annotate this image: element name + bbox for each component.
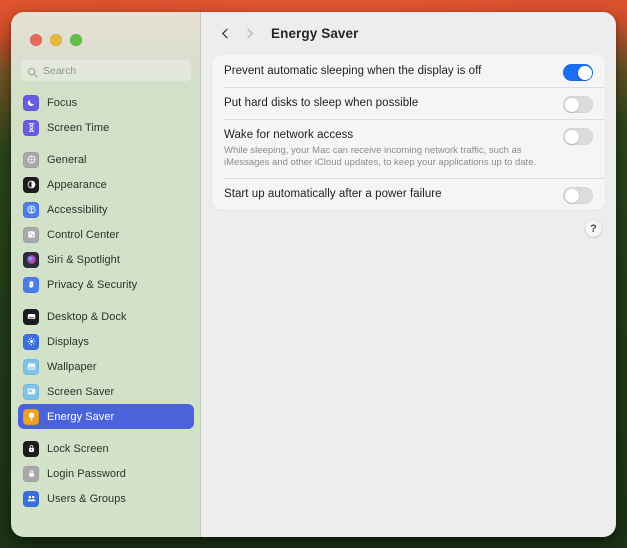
help-row: ?: [201, 210, 616, 237]
sidebar-item-appearance[interactable]: Appearance: [18, 172, 194, 197]
settings-panel: Prevent automatic sleeping when the disp…: [212, 55, 605, 210]
forward-button[interactable]: [238, 22, 260, 46]
toggle-knob: [564, 129, 579, 144]
setting-control: [553, 119, 593, 145]
toggle-knob: [577, 65, 592, 80]
toggle-prevent-sleep[interactable]: [563, 64, 593, 81]
gear-icon: [23, 151, 39, 168]
sidebar-item-focus[interactable]: Focus: [18, 90, 194, 115]
hand-raised-icon: [23, 276, 39, 293]
content-pane: Energy Saver Prevent automatic sleeping …: [201, 12, 616, 537]
appearance-icon: [23, 176, 39, 193]
sidebar-group: Lock Screen Login Password Users & Group…: [18, 436, 194, 518]
chevron-right-icon: [246, 28, 253, 39]
sidebar-item-label: Users & Groups: [47, 492, 126, 505]
sidebar-item-label: Appearance: [47, 178, 107, 191]
display-brightness-icon: [23, 333, 39, 350]
sidebar-item-label: Desktop & Dock: [47, 310, 127, 323]
setting-row-hard-disk-sleep: Put hard disks to sleep when possible: [212, 87, 605, 119]
setting-control: [553, 87, 593, 113]
sidebar-item-displays[interactable]: Displays: [18, 329, 194, 354]
login-password-icon: [23, 465, 39, 482]
sidebar-item-label: General: [47, 153, 87, 166]
sidebar-item-label: Privacy & Security: [47, 278, 138, 291]
setting-text: Start up automatically after a power fai…: [224, 178, 553, 210]
window-controls: [11, 12, 201, 47]
sidebar-item-energy-saver[interactable]: Energy Saver: [18, 404, 194, 429]
setting-row-prevent-sleep: Prevent automatic sleeping when the disp…: [212, 55, 605, 87]
sidebar-item-privacy-security[interactable]: Privacy & Security: [18, 272, 194, 297]
minimize-button[interactable]: [50, 34, 62, 46]
accessibility-icon: [23, 201, 39, 218]
wallpaper-icon: [23, 358, 39, 375]
sidebar-item-label: Focus: [47, 96, 78, 109]
sidebar-item-label: Displays: [47, 335, 89, 348]
setting-label: Wake for network access: [224, 129, 354, 141]
sidebar-item-label: Screen Saver: [47, 385, 115, 398]
sidebar-item-accessibility[interactable]: Accessibility: [18, 197, 194, 222]
setting-row-auto-start: Start up automatically after a power fai…: [212, 178, 605, 210]
sidebar-item-lock-screen[interactable]: Lock Screen: [18, 436, 194, 461]
search-input[interactable]: [43, 64, 185, 77]
chevron-left-icon: [221, 28, 228, 39]
sidebar-item-login-password[interactable]: Login Password: [18, 461, 194, 486]
sidebar-item-label: Energy Saver: [47, 410, 115, 423]
sidebar-item-siri-spotlight[interactable]: Siri & Spotlight: [18, 247, 194, 272]
toolbar: Energy Saver: [201, 12, 616, 55]
help-button[interactable]: ?: [585, 220, 602, 237]
desktop-dock-icon: [23, 308, 39, 325]
sidebar-item-screen-saver[interactable]: Screen Saver: [18, 379, 194, 404]
sidebar-item-general[interactable]: General: [18, 147, 194, 172]
toggle-knob: [564, 97, 579, 112]
sidebar-group: General Appearance Accessibility Control…: [18, 147, 194, 304]
control-center-icon: [23, 226, 39, 243]
toggle-wake-network[interactable]: [563, 128, 593, 145]
setting-label: Prevent automatic sleeping when the disp…: [224, 65, 482, 77]
sidebar-nav: Focus Screen Time General Appearance Acc…: [11, 90, 201, 518]
setting-row-wake-network: Wake for network access While sleeping, …: [212, 119, 605, 178]
sidebar-item-label: Control Center: [47, 228, 120, 241]
back-button[interactable]: [214, 22, 236, 46]
screen-saver-icon: [23, 383, 39, 400]
zoom-button[interactable]: [70, 34, 82, 46]
sidebar-group: Desktop & Dock Displays Wallpaper Screen…: [18, 304, 194, 436]
setting-label: Start up automatically after a power fai…: [224, 188, 442, 200]
setting-text: Prevent automatic sleeping when the disp…: [224, 55, 553, 87]
toggle-auto-start[interactable]: [563, 187, 593, 204]
sidebar-item-wallpaper[interactable]: Wallpaper: [18, 354, 194, 379]
setting-control: [553, 55, 593, 81]
setting-text: Put hard disks to sleep when possible: [224, 87, 553, 119]
toggle-hard-disk-sleep[interactable]: [563, 96, 593, 113]
system-settings-window: Focus Screen Time Gene: [11, 12, 616, 537]
sidebar-group: Focus Screen Time: [18, 90, 194, 147]
search-icon: [27, 65, 38, 78]
desktop-background: Focus Screen Time Gene: [0, 0, 627, 548]
sidebar-item-label: Lock Screen: [47, 442, 109, 455]
sidebar: Focus Screen Time Gene: [11, 12, 201, 537]
moon-icon: [23, 94, 39, 111]
lock-screen-icon: [23, 440, 39, 457]
lightbulb-icon: [23, 408, 39, 425]
sidebar-item-label: Login Password: [47, 467, 126, 480]
setting-label: Put hard disks to sleep when possible: [224, 97, 419, 109]
setting-text: Wake for network access While sleeping, …: [224, 119, 553, 178]
search-field[interactable]: [20, 59, 192, 82]
sidebar-item-desktop-dock[interactable]: Desktop & Dock: [18, 304, 194, 329]
sidebar-item-label: Screen Time: [47, 121, 110, 134]
setting-control: [553, 178, 593, 204]
sidebar-item-control-center[interactable]: Control Center: [18, 222, 194, 247]
sidebar-item-label: Accessibility: [47, 203, 108, 216]
hourglass-icon: [23, 119, 39, 136]
sidebar-item-users-groups[interactable]: Users & Groups: [18, 486, 194, 511]
sidebar-item-label: Siri & Spotlight: [47, 253, 120, 266]
users-groups-icon: [23, 490, 39, 507]
page-title: Energy Saver: [271, 26, 359, 41]
close-button[interactable]: [30, 34, 42, 46]
sidebar-item-screen-time[interactable]: Screen Time: [18, 115, 194, 140]
toggle-knob: [564, 188, 579, 203]
setting-description: While sleeping, your Mac can receive inc…: [224, 145, 537, 168]
sidebar-item-label: Wallpaper: [47, 360, 97, 373]
siri-icon: [23, 251, 39, 268]
